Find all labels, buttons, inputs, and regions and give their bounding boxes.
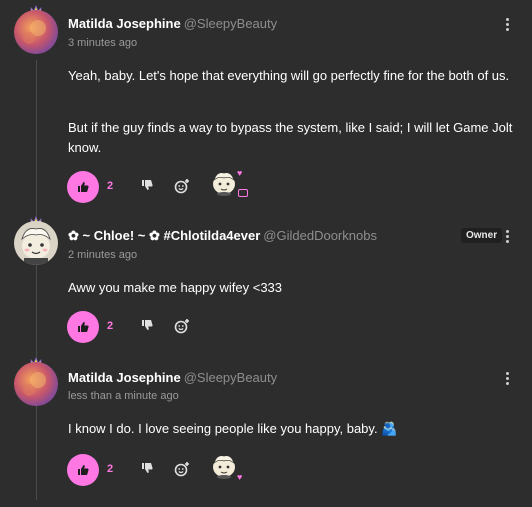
like-count: 2 — [107, 320, 114, 332]
heart-icon: ♥ — [237, 168, 243, 178]
user-handle[interactable]: @GildedDoorknobs — [263, 228, 377, 243]
comment-paragraph: But if the guy finds a way to bypass the… — [68, 120, 513, 155]
more-options-icon[interactable] — [506, 18, 510, 33]
comment-paragraph: I know I do. I love seeing people like y… — [68, 421, 398, 436]
comment-paragraph: Aww you make me happy wifey <333 — [68, 280, 283, 295]
thumbs-down-icon[interactable] — [141, 179, 153, 191]
thumbs-up-icon — [78, 182, 89, 192]
reactor-avatar[interactable] — [209, 168, 239, 198]
more-options-icon[interactable] — [506, 372, 510, 387]
avatar[interactable] — [14, 362, 58, 406]
timestamp[interactable]: 3 minutes ago — [68, 37, 137, 49]
heart-icon: ♥ — [237, 472, 243, 482]
user-name[interactable]: ✿ ~ Chloe! ~ ✿ #Chlotilda4ever — [68, 228, 260, 243]
reactor-avatar[interactable] — [209, 451, 239, 481]
timestamp[interactable]: 2 minutes ago — [68, 249, 137, 261]
avatar[interactable] — [14, 10, 58, 54]
user-handle[interactable]: @SleepyBeauty — [184, 370, 277, 385]
thumbs-down-icon[interactable] — [141, 462, 153, 474]
reply-icon — [238, 189, 248, 197]
owner-badge: Owner — [461, 228, 503, 243]
add-reaction-icon[interactable] — [174, 461, 190, 477]
thumbs-up-icon — [78, 465, 89, 475]
add-reaction-icon[interactable] — [174, 178, 190, 194]
thumbs-up-icon — [78, 322, 89, 332]
comment-paragraph: Yeah, baby. Let's hope that everything w… — [68, 68, 510, 83]
user-handle[interactable]: @SleepyBeauty — [184, 16, 277, 31]
like-count: 2 — [107, 463, 114, 475]
timestamp[interactable]: less than a minute ago — [68, 390, 179, 402]
user-name[interactable]: Matilda Josephine — [68, 16, 181, 31]
thread-line — [36, 60, 37, 500]
avatar[interactable] — [14, 221, 58, 265]
user-name[interactable]: Matilda Josephine — [68, 370, 181, 385]
like-button[interactable] — [67, 311, 99, 343]
add-reaction-icon[interactable] — [174, 318, 190, 334]
like-count: 2 — [107, 180, 114, 192]
like-button[interactable] — [67, 171, 99, 203]
like-button[interactable] — [67, 454, 99, 486]
more-options-icon[interactable] — [506, 230, 510, 245]
thumbs-down-icon[interactable] — [141, 319, 153, 331]
